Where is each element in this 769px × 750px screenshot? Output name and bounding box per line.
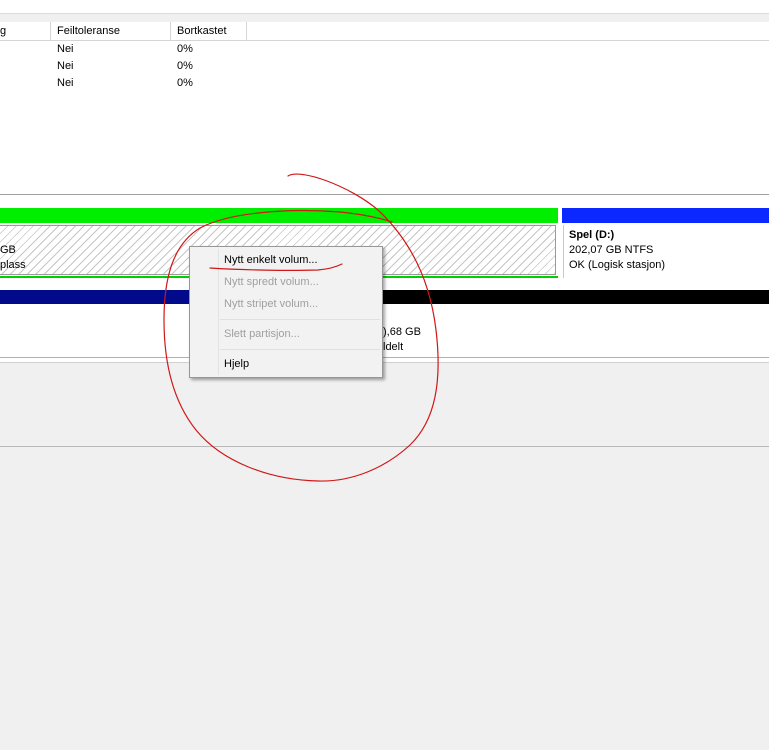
column-header-label: g	[0, 25, 7, 37]
volume-list[interactable]: g Feiltoleranse Bortkastet Nei 0% Nei 0%…	[0, 22, 769, 194]
menu-item-new-striped-volume[interactable]: Nytt stripet volum...	[224, 294, 318, 314]
cell-overhead: 0%	[177, 60, 193, 72]
volume-list-header: g Feiltoleranse Bortkastet	[0, 22, 769, 41]
unallocated-label: plass	[0, 259, 26, 271]
extended-partition-bar	[0, 208, 558, 223]
divider	[0, 362, 769, 363]
column-header-fault-tolerance[interactable]: Feiltoleranse	[51, 22, 171, 40]
context-menu: Nytt enkelt volum... Nytt spredt volum..…	[189, 246, 383, 378]
cell-fault-tolerance: Nei	[57, 77, 74, 89]
menu-item-delete-partition[interactable]: Slett partisjon...	[224, 324, 300, 344]
divider	[0, 446, 769, 447]
unallocated-size: GB	[0, 244, 16, 256]
menu-icon-gutter	[218, 249, 219, 375]
disk2-unallocated-size: ),68 GB	[383, 326, 421, 338]
column-header-label: Bortkastet	[177, 25, 227, 37]
menu-item-new-spanned-volume[interactable]: Nytt spredt volum...	[224, 272, 319, 292]
divider	[0, 357, 769, 358]
menu-separator	[220, 349, 380, 350]
menu-item-help[interactable]: Hjelp	[224, 354, 249, 374]
unallocated-bar	[383, 290, 769, 304]
cell-overhead: 0%	[177, 77, 193, 89]
menu-separator	[220, 319, 380, 320]
cell-fault-tolerance: Nei	[57, 60, 74, 72]
volume-size: 202,07 GB NTFS	[569, 244, 654, 256]
disk2-unallocated-label: ldelt	[383, 341, 404, 353]
cell-fault-tolerance: Nei	[57, 43, 74, 55]
volume-status: OK (Logisk stasjon)	[569, 259, 665, 271]
menu-item-new-simple-volume[interactable]: Nytt enkelt volum...	[224, 250, 318, 270]
divider	[0, 13, 769, 14]
column-header-label: Feiltoleranse	[57, 25, 120, 37]
cell-overhead: 0%	[177, 43, 193, 55]
toolbar-strip	[0, 0, 769, 13]
logical-drive-bar	[562, 208, 769, 223]
volume-name: Spel (D:)	[569, 229, 615, 241]
column-header-layout[interactable]: g	[0, 22, 51, 40]
column-header-overhead[interactable]: Bortkastet	[171, 22, 247, 40]
